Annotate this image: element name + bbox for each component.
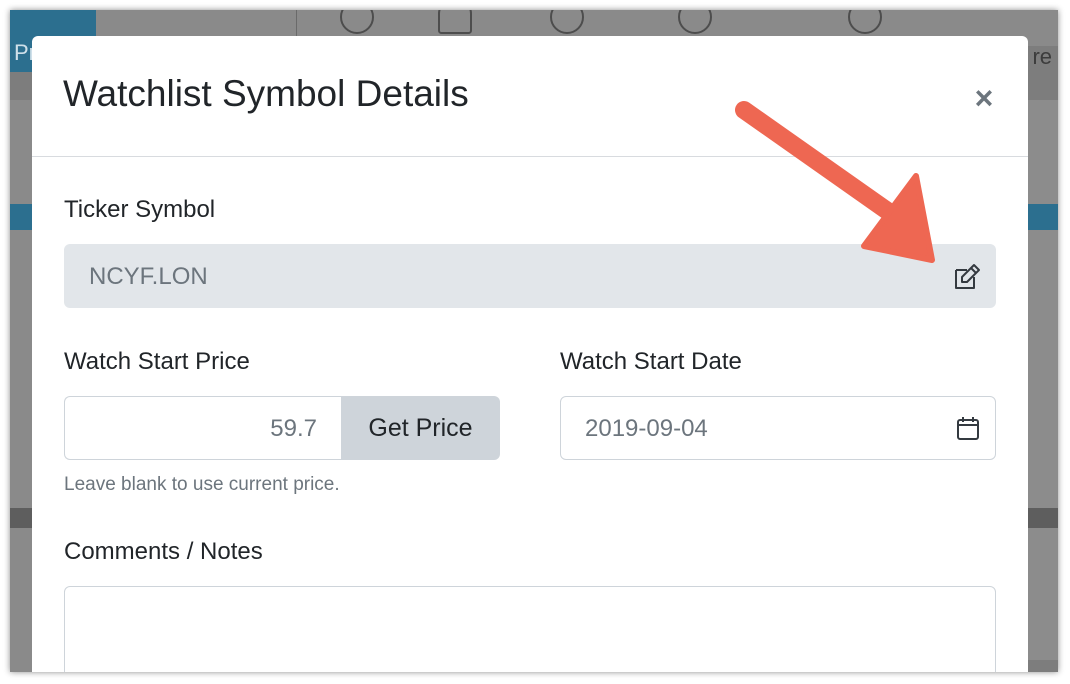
ticker-symbol-value: NCYF.LON [89, 263, 208, 290]
calendar-icon[interactable] [955, 415, 981, 441]
background-refresh-icon [848, 10, 882, 34]
get-price-button[interactable]: Get Price [341, 396, 500, 460]
watch-start-price-value: 59.7 [270, 415, 317, 442]
comments-notes-label: Comments / Notes [64, 538, 263, 565]
background-bell-icon [438, 10, 472, 34]
watch-start-date-label: Watch Start Date [560, 348, 742, 375]
background-left-column [10, 100, 32, 672]
watch-start-price-group: 59.7 Get Price [64, 396, 500, 460]
watch-start-date-input[interactable]: 2019-09-04 [560, 396, 996, 460]
watch-start-price-label: Watch Start Price [64, 348, 250, 375]
watch-start-date-value: 2019-09-04 [585, 415, 708, 442]
background-upload-icon [340, 10, 374, 34]
background-clock-icon [678, 10, 712, 34]
background-header-label: re [1032, 44, 1052, 69]
watch-start-price-input[interactable]: 59.7 [64, 396, 341, 460]
ticker-symbol-label: Ticker Symbol [64, 196, 216, 223]
price-help-text: Leave blank to use current price. [64, 474, 340, 495]
comments-notes-textarea[interactable] [64, 586, 996, 672]
background-info-icon [550, 10, 584, 34]
background-right-column [1028, 100, 1058, 660]
annotation-arrow [735, 101, 935, 263]
screenshot-frame: Pr re Watchlist Symbol Details × Ticker … [10, 10, 1058, 672]
modal-title: Watchlist Symbol Details [63, 73, 469, 114]
